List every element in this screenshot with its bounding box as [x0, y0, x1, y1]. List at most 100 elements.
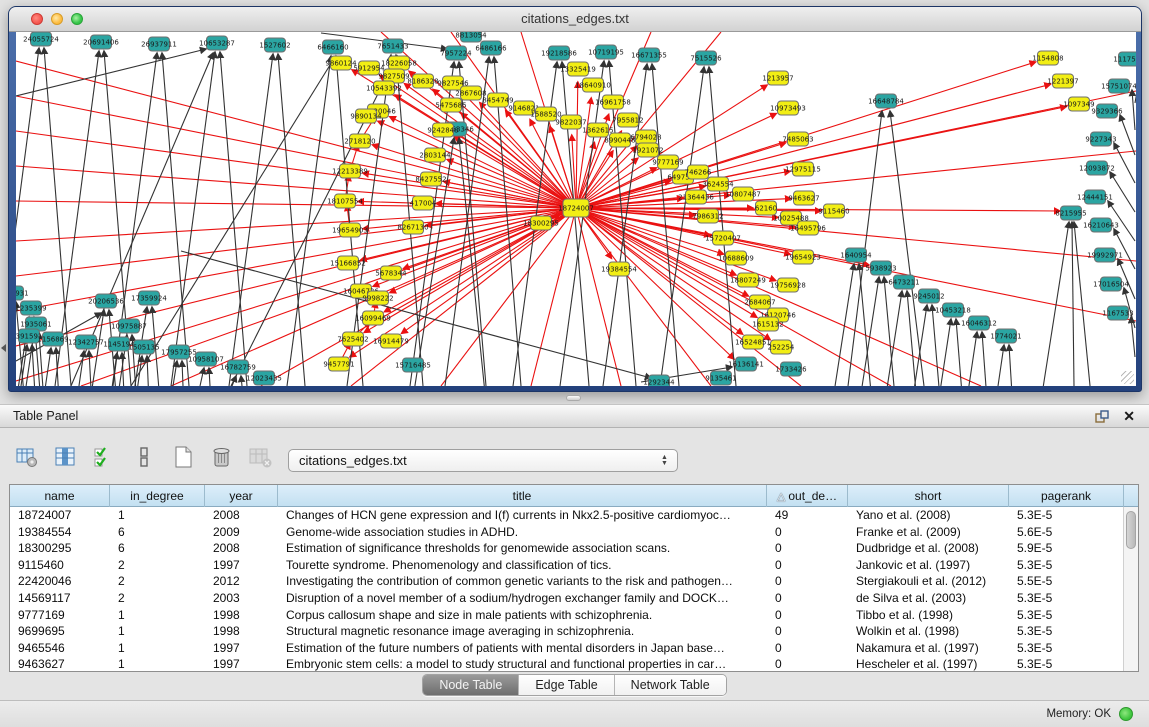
graph-node-label: 9890134	[350, 113, 382, 121]
tab-network-table[interactable]: Network Table	[615, 675, 726, 695]
graph-node-label: 12093872	[1079, 165, 1115, 173]
graph-edge	[45, 348, 51, 386]
graph-edge	[915, 305, 927, 386]
graph-edge	[220, 52, 247, 386]
table-cell: 2	[110, 590, 205, 607]
table-row[interactable]: 946362711997Embryonic stem cells: a mode…	[10, 656, 1138, 672]
graph-node-label: 417004	[410, 200, 437, 208]
graph-node-label: 19756928	[770, 282, 806, 290]
graph-node-label: 10975887	[111, 323, 147, 331]
left-splitter-collapse-arrow[interactable]	[1, 344, 6, 352]
column-header-title[interactable]: title	[278, 485, 767, 507]
graph-edge	[862, 277, 879, 386]
table-cell: 0	[767, 557, 848, 574]
create-table-icon[interactable]	[170, 444, 196, 470]
column-header-pagerank[interactable]: pagerank	[1009, 485, 1124, 507]
graph-node-label: 16046312	[961, 320, 997, 328]
graph-node-label: 1362615	[582, 127, 613, 135]
column-header-label: year	[229, 489, 252, 503]
graph-node-label: 1292344	[643, 379, 675, 387]
table-row[interactable]: 1830029562008Estimation of significance …	[10, 540, 1138, 557]
table-cell: 1998	[205, 607, 278, 624]
memory-status-indicator[interactable]	[1119, 707, 1133, 721]
horizontal-splitter-handle[interactable]	[566, 395, 581, 401]
graph-edge	[1009, 345, 1012, 386]
column-header-label: short	[915, 489, 942, 503]
table-row[interactable]: 911546021997Tourette syndrome. Phenomeno…	[10, 557, 1138, 574]
table-row[interactable]: 1938455462009Genome-wide association stu…	[10, 524, 1138, 541]
table-cell: 0	[767, 623, 848, 640]
graph-node-label: 16136141	[728, 361, 764, 369]
close-panel-icon[interactable]: ✕	[1123, 408, 1135, 425]
table-cell: 5.3E-5	[1009, 640, 1124, 657]
table-cell: 0	[767, 573, 848, 590]
table-row[interactable]: 1456911722003Disruption of a novel membe…	[10, 590, 1138, 607]
float-panel-icon[interactable]	[1095, 410, 1109, 424]
graph-node-label: 1588520	[530, 111, 561, 119]
memory-status-label: Memory: OK	[1046, 708, 1111, 720]
row-height-icon[interactable]	[131, 444, 157, 470]
graph-node-label: 2803144	[419, 152, 451, 160]
graph-edge	[241, 376, 242, 386]
table-row[interactable]: 1872400712008Changes of HCN gene express…	[10, 507, 1138, 524]
graph-edge	[1132, 90, 1135, 130]
table-cell: 5.9E-5	[1009, 540, 1124, 557]
graph-node-label: 17359924	[131, 295, 167, 303]
table-cell: 0	[767, 607, 848, 624]
graph-node-label: 15720407	[705, 235, 741, 243]
table-cell: 5.3E-5	[1009, 507, 1124, 524]
table-panel-title: Table Panel	[13, 409, 78, 423]
table-cell: 5.3E-5	[1009, 656, 1124, 672]
column-header-name[interactable]: name	[10, 485, 110, 507]
graph-node-label: 9135461	[705, 375, 736, 383]
table-row[interactable]: 977716911998Corpus callosum shape and si…	[10, 607, 1138, 624]
table-row[interactable]: 969969511998Structural magnetic resonanc…	[10, 623, 1138, 640]
window-titlebar[interactable]: citations_edges.txt	[9, 7, 1141, 32]
scrollbar-thumb[interactable]	[1126, 511, 1136, 549]
graph-edge	[1110, 172, 1135, 212]
window-resize-grip[interactable]	[1121, 371, 1134, 384]
column-header-out_de[interactable]: △out_de…	[767, 485, 848, 507]
table-cell: 1997	[205, 656, 278, 672]
tab-edge-table[interactable]: Edge Table	[519, 675, 614, 695]
tab-node-table[interactable]: Node Table	[423, 675, 519, 695]
table-cell: 9463627	[10, 656, 110, 672]
graph-node-label: 24055724	[23, 36, 59, 44]
citation-network-graph[interactable]: 2405572420691406269379111065328715276026…	[16, 32, 1136, 386]
vertical-scrollbar[interactable]	[1123, 507, 1138, 671]
column-header-in_degree[interactable]: in_degree	[110, 485, 205, 507]
graph-node-label: 12342757	[68, 339, 104, 347]
table-cell: 6	[110, 524, 205, 541]
graph-node-label: 10973493	[770, 105, 806, 113]
table-cell: Nakamura et al. (1997)	[848, 640, 1009, 657]
graph-node-label: 7651433	[377, 43, 408, 51]
graph-node-label: 1921072	[632, 147, 663, 155]
graph-node-label: 8186328	[407, 78, 438, 86]
column-header-short[interactable]: short	[848, 485, 1009, 507]
destroy-table-icon-disabled	[248, 444, 274, 470]
graph-edge	[884, 277, 894, 386]
table-panel-header[interactable]: Table Panel ✕	[0, 404, 1149, 428]
graph-node-label: 9998222	[362, 295, 393, 303]
table-cell: 0	[767, 656, 848, 672]
network-canvas[interactable]: 2405572420691406269379111065328715276026…	[16, 32, 1136, 386]
table-cell: 1	[110, 507, 205, 524]
table-row[interactable]: 946554611997Estimation of the future num…	[10, 640, 1138, 657]
graph-node-label: 10719195	[588, 49, 624, 57]
table-cell: 0	[767, 640, 848, 657]
table-cell: Wolkin et al. (1998)	[848, 623, 1009, 640]
show-columns-icon[interactable]	[53, 444, 79, 470]
column-header-label: pagerank	[1041, 489, 1091, 503]
column-header-year[interactable]: year	[205, 485, 278, 507]
table-row[interactable]: 2242004622012Investigating the contribut…	[10, 573, 1138, 590]
graph-node-label: 17016504	[1093, 281, 1129, 289]
graph-node-label: 16210643	[1083, 222, 1119, 230]
modify-table-icon[interactable]	[14, 444, 40, 470]
select-rows-icon[interactable]	[92, 444, 118, 470]
graph-edge	[1114, 143, 1135, 183]
delete-table-icon[interactable]	[209, 444, 235, 470]
graph-node-label: 16961758	[595, 99, 631, 107]
table-select-combobox[interactable]: citations_edges.txt ▲▼	[288, 449, 678, 472]
table-cell: 2012	[205, 573, 278, 590]
graph-node-label: 1167533	[1102, 310, 1133, 318]
